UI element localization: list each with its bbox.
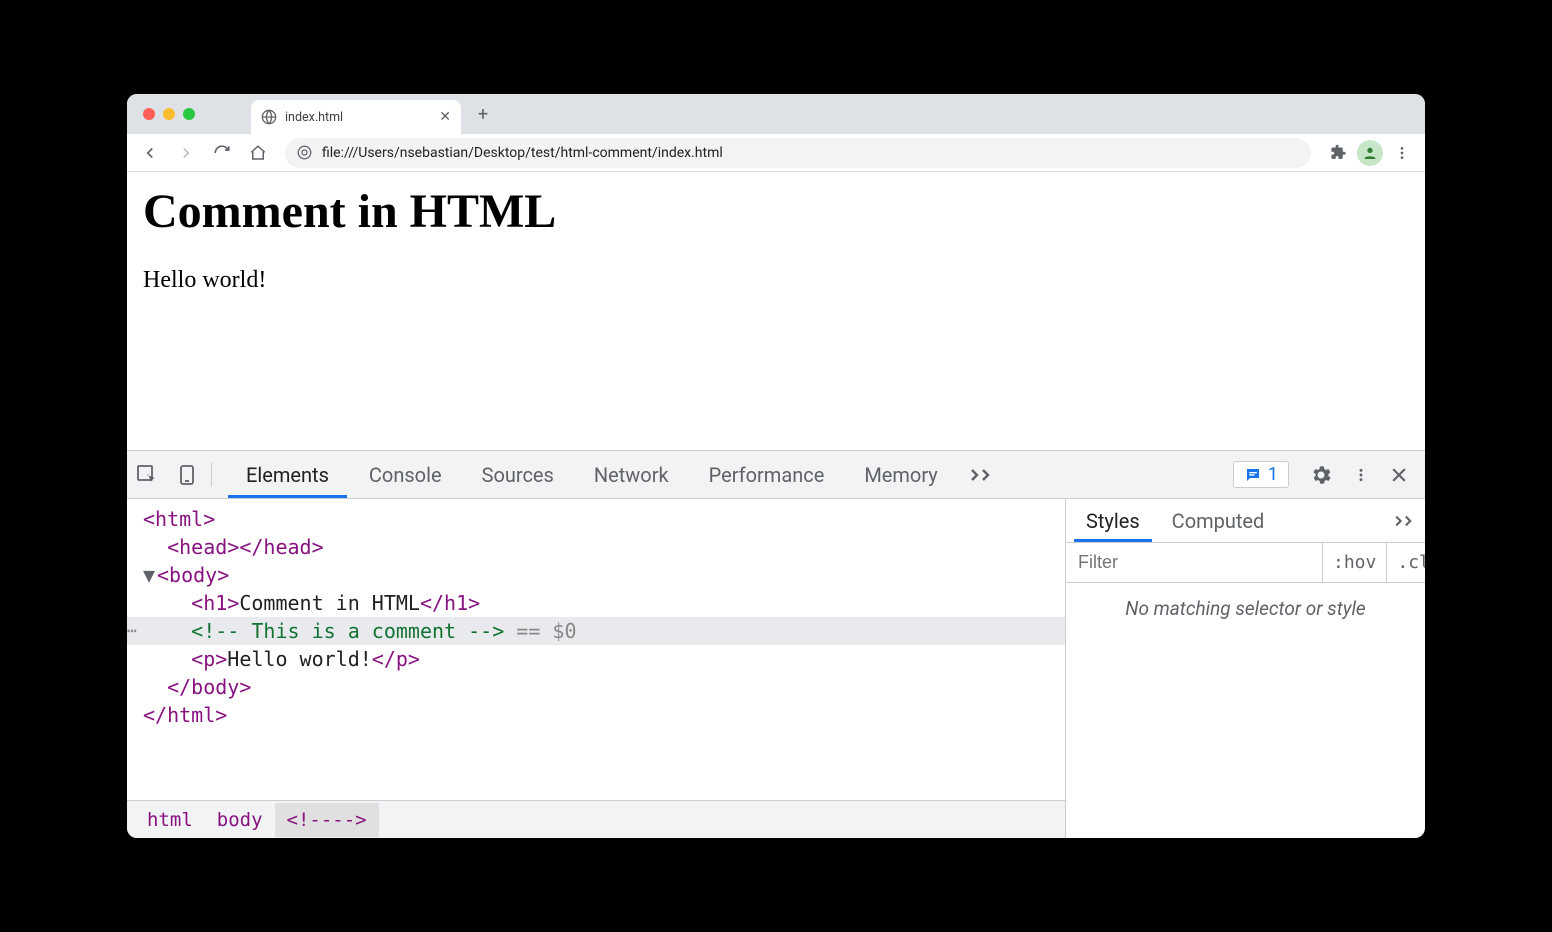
tab-memory[interactable]: Memory: [846, 451, 955, 498]
devtools-menu-icon[interactable]: [1353, 464, 1369, 486]
address-bar[interactable]: file:///Users/nsebastian/Desktop/test/ht…: [285, 138, 1311, 168]
more-tabs-icon[interactable]: [970, 467, 994, 483]
hov-toggle[interactable]: :hov: [1322, 543, 1386, 582]
styles-toolbar: :hov .cls: [1066, 543, 1425, 583]
profile-avatar[interactable]: [1357, 140, 1383, 166]
tab-title: index.html: [285, 110, 431, 125]
devtools-tab-bar: Elements Console Sources Network Perform…: [127, 451, 1425, 499]
maximize-window-button[interactable]: [183, 108, 195, 120]
tab-performance[interactable]: Performance: [691, 451, 843, 498]
cls-toggle[interactable]: .cls: [1386, 543, 1425, 582]
browser-tab[interactable]: index.html ✕: [251, 100, 461, 134]
back-button[interactable]: [135, 138, 165, 168]
dom-line[interactable]: <p>Hello world!</p>: [127, 645, 1065, 673]
browser-window: index.html ✕ + file:///Users/nsebastian/…: [127, 94, 1425, 838]
page-paragraph: Hello world!: [143, 267, 1409, 294]
close-tab-button[interactable]: ✕: [439, 110, 451, 124]
new-tab-button[interactable]: +: [469, 100, 497, 128]
settings-icon[interactable]: [1309, 463, 1333, 487]
toolbar-right: [1323, 138, 1417, 168]
tab-sources[interactable]: Sources: [464, 451, 572, 498]
devtools: Elements Console Sources Network Perform…: [127, 450, 1425, 838]
page-viewport: Comment in HTML Hello world!: [127, 172, 1425, 450]
dom-tree[interactable]: <html> <head></head> ▼<body> <h1>Comment…: [127, 499, 1065, 800]
styles-tabs: Styles Computed: [1066, 499, 1425, 543]
tab-network[interactable]: Network: [576, 451, 687, 498]
extensions-button[interactable]: [1323, 138, 1353, 168]
home-button[interactable]: [243, 138, 273, 168]
devtools-main: <html> <head></head> ▼<body> <h1>Comment…: [127, 499, 1425, 838]
elements-panel: <html> <head></head> ▼<body> <h1>Comment…: [127, 499, 1065, 838]
dom-line-selected[interactable]: <!-- This is a comment --> == $0: [127, 617, 1065, 645]
chat-icon: [1244, 466, 1262, 484]
tab-elements[interactable]: Elements: [228, 451, 347, 498]
dom-line[interactable]: </body>: [127, 673, 1065, 701]
reload-button[interactable]: [207, 138, 237, 168]
dom-breadcrumbs: html body <!--​-->: [127, 800, 1065, 838]
file-scheme-icon: [297, 145, 312, 160]
dom-line[interactable]: <html>: [127, 505, 1065, 533]
inspect-element-icon[interactable]: [135, 463, 159, 487]
minimize-window-button[interactable]: [163, 108, 175, 120]
dom-line[interactable]: </html>: [127, 701, 1065, 729]
styles-filter-input[interactable]: [1066, 543, 1322, 582]
styles-pane: Styles Computed :hov .cls: [1065, 499, 1425, 838]
issues-badge[interactable]: 1: [1233, 461, 1289, 488]
breadcrumb-item[interactable]: html: [135, 803, 205, 837]
close-window-button[interactable]: [143, 108, 155, 120]
close-devtools-icon[interactable]: [1389, 465, 1409, 485]
breadcrumb-item[interactable]: <!--​-->: [275, 803, 379, 837]
more-styles-tabs-icon[interactable]: [1393, 514, 1417, 528]
tab-console[interactable]: Console: [351, 451, 460, 498]
url-text: file:///Users/nsebastian/Desktop/test/ht…: [322, 145, 723, 161]
globe-icon: [261, 109, 277, 125]
forward-button[interactable]: [171, 138, 201, 168]
browser-toolbar: file:///Users/nsebastian/Desktop/test/ht…: [127, 134, 1425, 172]
tab-styles[interactable]: Styles: [1074, 499, 1152, 542]
chrome-menu-button[interactable]: [1387, 138, 1417, 168]
tab-strip: index.html ✕ +: [127, 94, 1425, 134]
tab-computed[interactable]: Computed: [1160, 499, 1277, 542]
issues-count: 1: [1268, 464, 1278, 485]
dom-line[interactable]: <h1>Comment in HTML</h1>: [127, 589, 1065, 617]
dom-line[interactable]: ▼<body>: [127, 561, 1065, 589]
device-toggle-icon[interactable]: [175, 463, 199, 487]
dom-line[interactable]: <head></head>: [127, 533, 1065, 561]
window-controls: [143, 108, 195, 120]
styles-empty-message: No matching selector or style: [1066, 583, 1425, 838]
page-heading: Comment in HTML: [143, 184, 1409, 239]
breadcrumb-item[interactable]: body: [205, 803, 275, 837]
